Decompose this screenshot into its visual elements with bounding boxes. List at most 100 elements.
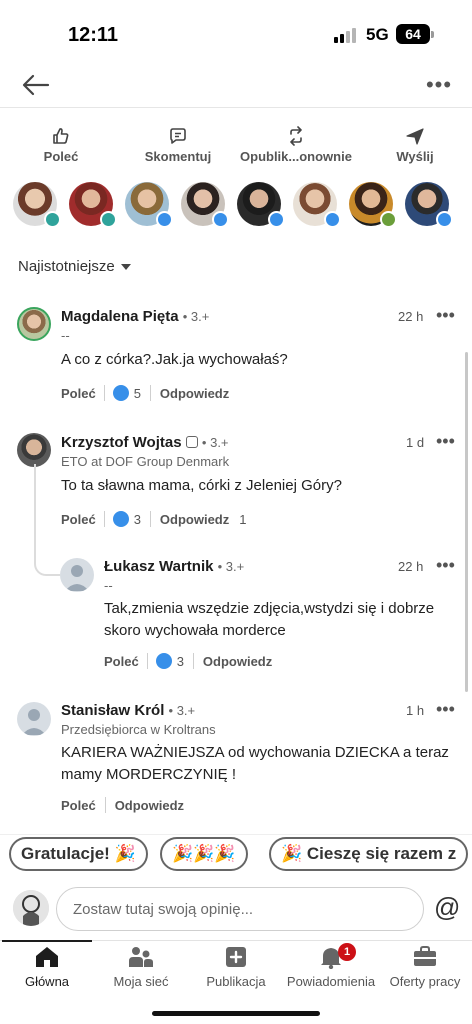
comment-reply-button[interactable]: Odpowiedz [160, 512, 229, 527]
tab-home-label: Główna [24, 974, 70, 989]
quick-reply-chip[interactable]: 🎉🎉🎉 [160, 837, 248, 871]
comment-time: 22 h [398, 309, 424, 324]
commenter-name[interactable]: Krzysztof Wojtas • 3.+ [61, 434, 229, 451]
home-indicator[interactable] [152, 1011, 320, 1016]
reply-count[interactable]: 1 [239, 512, 246, 527]
tab-notifications[interactable]: Powiadomienia [284, 945, 378, 995]
comment-like-button[interactable]: Poleć [61, 512, 96, 527]
like-badge-icon [324, 211, 341, 228]
battery-tip [431, 31, 434, 38]
commenter-avatar[interactable] [17, 307, 51, 341]
reactor-avatar[interactable] [405, 182, 453, 228]
tab-jobs[interactable]: Oferty pracy [386, 945, 464, 995]
quick-replies-row: Gratulacje! 🎉 🎉🎉🎉 🎉 Cieszę się razem z [0, 834, 472, 872]
commenter-avatar[interactable] [17, 702, 51, 736]
like-badge-icon [268, 211, 285, 228]
more-options-icon[interactable]: ••• [424, 70, 454, 100]
tab-network[interactable]: Moja sieć [108, 945, 174, 995]
commenter-name[interactable]: Magdalena Pięta • 3.+ [61, 308, 209, 325]
mention-icon[interactable]: @ [434, 892, 460, 923]
comment-action-button[interactable]: Skomentuj [142, 126, 214, 170]
tab-notifications-label: Powiadomienia [286, 974, 376, 989]
comment-time: 1 d [406, 435, 425, 450]
comment-actions: Poleć 5 Odpowiedz [61, 385, 229, 401]
reactor-avatar[interactable] [69, 182, 117, 228]
tab-post[interactable]: Publikacja [202, 945, 270, 995]
reactor-avatar[interactable] [181, 182, 229, 228]
like-count[interactable]: 3 [177, 654, 184, 669]
send-action-button[interactable]: Wyślij [393, 126, 437, 170]
comment-compose-bar: @ [0, 882, 472, 938]
commenter-headline: -- [104, 578, 113, 593]
commenter-name[interactable]: Łukasz Wartnik • 3.+ [104, 558, 244, 575]
comment-item: Magdalena Pięta • 3.+ -- 22 h ••• A co z… [0, 306, 472, 416]
repost-action-button[interactable]: Opublik...onownie [238, 126, 354, 170]
comment-time: 22 h [398, 559, 424, 574]
like-badge-icon [156, 211, 173, 228]
commenter-avatar[interactable] [60, 558, 94, 592]
commenter-avatar[interactable] [17, 433, 51, 467]
like-badge-icon [436, 211, 453, 228]
comment-like-button[interactable]: Poleć [61, 386, 96, 401]
commenter-name[interactable]: Stanisław Król • 3.+ [61, 702, 195, 719]
status-bar: 12:11 5G 64 [0, 0, 472, 64]
comment-more-icon[interactable]: ••• [436, 556, 455, 574]
user-avatar[interactable] [13, 890, 49, 926]
comment-text: A co z córka?.Jak.ja wychowałaś? [61, 351, 288, 368]
like-count[interactable]: 5 [134, 386, 141, 401]
sort-label: Najistotniejsze [18, 258, 115, 275]
like-badge-icon [212, 211, 229, 228]
like-count[interactable]: 3 [134, 512, 141, 527]
reactor-avatar[interactable] [237, 182, 285, 228]
comment-reply-button[interactable]: Odpowiedz [203, 654, 272, 669]
like-action-label: Poleć [43, 149, 79, 164]
reactor-avatar[interactable] [349, 182, 397, 228]
tab-home[interactable]: Główna [20, 945, 74, 995]
post-icon [226, 947, 246, 967]
comment-more-icon[interactable]: ••• [436, 432, 455, 450]
thumbs-up-icon [53, 128, 69, 144]
reactor-avatar[interactable] [125, 182, 173, 228]
comment-like-button[interactable]: Poleć [61, 798, 96, 813]
like-action-button[interactable]: Poleć [38, 126, 84, 170]
tab-jobs-label: Oferty pracy [389, 974, 461, 989]
comment-input[interactable] [56, 887, 424, 931]
reactors-row[interactable] [0, 182, 472, 230]
quick-reply-chip[interactable]: 🎉 Cieszę się razem z [269, 837, 469, 871]
comment-like-button[interactable]: Poleć [104, 654, 139, 669]
nav-bar: ••• [0, 64, 472, 108]
scrollbar[interactable] [465, 352, 468, 692]
send-icon [406, 128, 424, 145]
comment-reply-button[interactable]: Odpowiedz [160, 386, 229, 401]
comment-actions: Poleć 3 Odpowiedz [104, 653, 272, 669]
default-avatar-icon [22, 709, 46, 735]
sort-dropdown[interactable]: Najistotniejsze [18, 258, 131, 275]
comment-reply-button[interactable]: Odpowiedz [115, 798, 184, 813]
home-icon [36, 947, 58, 967]
signal-icon [334, 27, 360, 43]
tab-network-label: Moja sieć [113, 974, 169, 989]
commenter-headline: Przedsiębiorca w Kroltrans [61, 722, 216, 737]
commenter-headline: -- [61, 328, 70, 343]
verified-icon [185, 436, 198, 448]
send-action-label: Wyślij [396, 149, 434, 164]
commenter-headline: ETO at DOF Group Denmark [61, 454, 230, 469]
user-avatar-image [13, 890, 49, 926]
repost-icon [290, 126, 302, 146]
back-arrow-icon[interactable] [20, 70, 52, 100]
quick-reply-chip[interactable]: Gratulacje! 🎉 [9, 837, 148, 871]
like-reaction-icon [112, 511, 129, 527]
comment-item: Krzysztof Wojtas • 3.+ ETO at DOF Group … [0, 432, 472, 542]
like-reaction-icon [155, 653, 172, 669]
active-tab-indicator [2, 940, 92, 942]
comment-icon [170, 128, 186, 144]
comment-text: To ta sławna mama, córki z Jeleniej Góry… [61, 477, 342, 494]
comment-more-icon[interactable]: ••• [436, 700, 455, 718]
reactor-avatar[interactable] [293, 182, 341, 228]
comment-time: 1 h [406, 703, 425, 718]
comment-more-icon[interactable]: ••• [436, 306, 455, 324]
reactor-avatar[interactable] [13, 182, 61, 228]
post-action-bar: Poleć Skomentuj Opublik...onownie Wyślij [0, 126, 472, 170]
notification-badge: 1 [338, 943, 356, 961]
default-avatar-icon [65, 565, 89, 591]
